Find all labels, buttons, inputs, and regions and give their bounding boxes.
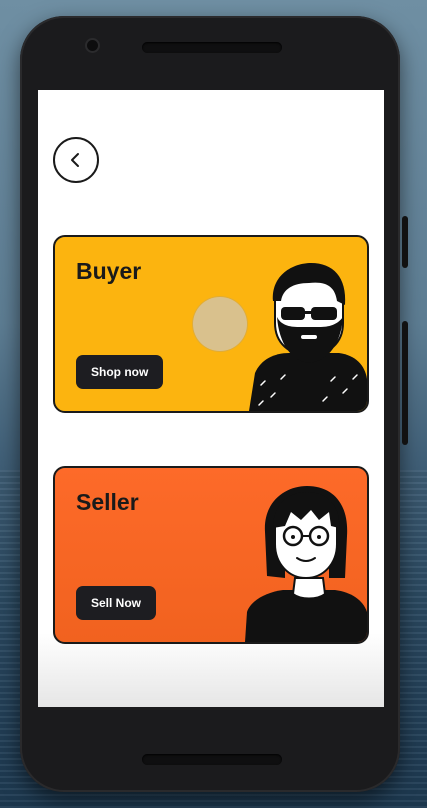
power-button [402, 321, 408, 445]
seller-card[interactable]: Seller Sell Now [53, 466, 369, 644]
touch-indicator [193, 297, 247, 351]
top-speaker [142, 42, 282, 53]
shop-now-button[interactable]: Shop now [76, 355, 164, 389]
front-camera [85, 38, 100, 53]
chevron-left-icon [71, 153, 79, 167]
bearded-man-illustration [249, 263, 367, 411]
sell-now-button[interactable]: Sell Now [76, 586, 157, 620]
back-button[interactable] [53, 137, 99, 183]
seller-title: Seller [76, 489, 139, 515]
buyer-title: Buyer [76, 258, 142, 284]
woman-with-glasses-illustration [245, 486, 367, 642]
volume-button [402, 216, 408, 268]
app-screen: Buyer Shop now Seller Sell Now [38, 90, 384, 707]
bottom-speaker [142, 754, 282, 765]
